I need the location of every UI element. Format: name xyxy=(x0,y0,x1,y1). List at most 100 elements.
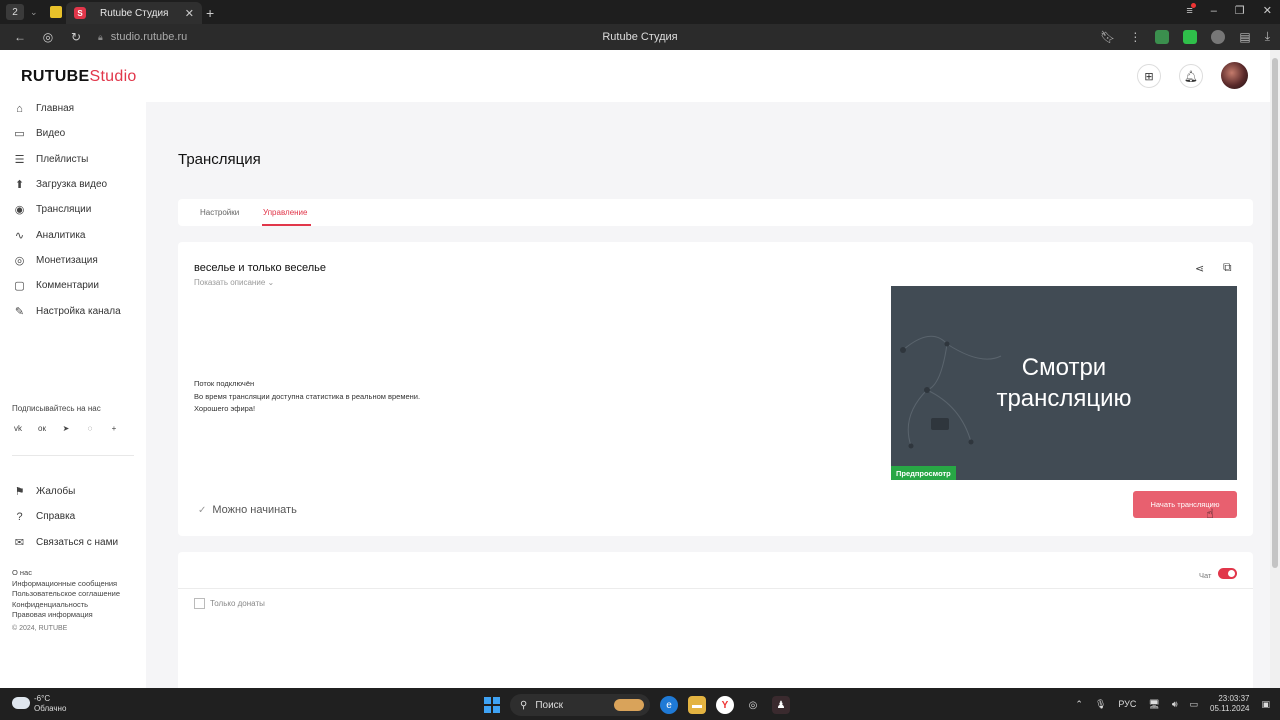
sidebar-item-label: Загрузка видео xyxy=(36,179,108,191)
steam-icon[interactable]: ◎ xyxy=(744,696,762,714)
studio-header: RUTUBEStudio ⊞ 🔔︎ xyxy=(0,50,1270,102)
comments-icon: ▢ xyxy=(14,280,25,293)
sidebar-item-broadcast[interactable]: ◉ Трансляции xyxy=(0,197,146,222)
page-scrollbar[interactable] xyxy=(1270,50,1280,688)
chat-toggle-label: Чат xyxy=(1199,571,1212,580)
footer-link[interactable]: О нас xyxy=(12,568,120,579)
chevron-up-icon[interactable]: ⌃ xyxy=(1075,699,1083,710)
tab-count-badge[interactable]: 2 xyxy=(6,4,24,20)
extension-icon[interactable] xyxy=(1183,29,1198,44)
preview-caption: Смотри трансляцию xyxy=(891,352,1237,414)
sidebar-item-monetization[interactable]: ◎ Монетизация xyxy=(0,248,146,273)
tab-settings[interactable]: Настройки xyxy=(200,208,239,217)
start-stream-button[interactable]: Начать трансляцию xyxy=(1133,491,1237,518)
show-description-label: Показать описание xyxy=(194,278,266,287)
sidebar-item-channel-settings[interactable]: ✎ Настройка канала xyxy=(0,298,146,323)
sidebar-item-comments[interactable]: ▢ Комментарии xyxy=(0,273,146,298)
playlist-icon: ☰ xyxy=(14,153,25,166)
ready-label: Можно начинать xyxy=(212,504,297,516)
external-link-icon[interactable]: ⧉ xyxy=(1223,260,1232,275)
sidebar-item-label: Аналитика xyxy=(36,229,86,241)
contact-icon: ✉ xyxy=(14,536,25,549)
sidebar-item-contact[interactable]: ✉ Связаться с нами xyxy=(0,530,146,555)
download-icon[interactable]: ⤓ xyxy=(1265,29,1270,44)
sidebar-item-playlist[interactable]: ☰ Плейлисты xyxy=(0,147,146,172)
taskbar-apps: ⚲ Поиск e ▬ Y ◎ ♟ xyxy=(484,694,790,716)
volume-icon[interactable]: 🔊︎ xyxy=(1172,699,1178,710)
network-icon[interactable]: 🖥︎ xyxy=(1148,699,1159,710)
yandex-browser-icon[interactable]: Y xyxy=(716,696,734,714)
scrollbar-thumb[interactable] xyxy=(1272,58,1278,568)
url-field[interactable]: studio.rutube.ru xyxy=(111,31,187,43)
system-tray: ⌃ 🎙︎ РУС 🖥︎ 🔊︎ ▭ 23:03:37 05.11.2024 ▣ xyxy=(1075,694,1270,714)
donations-only-checkbox[interactable] xyxy=(194,598,205,609)
windows-start-icon[interactable] xyxy=(484,697,500,713)
subscribe-label: Подписывайтесь на нас xyxy=(12,404,101,413)
upload-button[interactable]: ⊞ xyxy=(1137,64,1161,88)
extension-icon[interactable] xyxy=(1155,29,1170,44)
telegram-icon[interactable]: ➤ xyxy=(60,422,72,434)
taskbar-search[interactable]: ⚲ Поиск xyxy=(510,694,650,716)
restore-icon[interactable]: ❐ xyxy=(1235,4,1245,17)
page-title-display: Rutube Студия xyxy=(602,31,678,43)
logo-rutube-text: RUTUBE xyxy=(21,68,90,85)
show-description-link[interactable]: Показать описание ⌄ xyxy=(194,278,274,287)
footer-link[interactable]: Информационные сообщения xyxy=(12,579,120,590)
shield-icon[interactable] xyxy=(49,6,62,18)
footer-link[interactable]: Пользовательское соглашение xyxy=(12,589,120,600)
monetization-icon: ◎ xyxy=(14,254,25,267)
bookmark-icon[interactable]: 🔖︎ xyxy=(1100,30,1115,44)
viber-icon[interactable]: ◌ xyxy=(84,422,96,434)
back-icon[interactable]: ← xyxy=(12,30,28,44)
notification-center-icon[interactable]: ▣ xyxy=(1261,699,1270,710)
new-tab-icon[interactable]: + xyxy=(206,5,214,21)
collections-icon[interactable]: ▤ xyxy=(1239,30,1250,44)
tab-management[interactable]: Управление xyxy=(263,208,307,217)
share-icon[interactable]: ⋖ xyxy=(1195,262,1204,275)
yandex-protect-icon[interactable]: ◎ xyxy=(40,30,56,44)
microphone-icon[interactable]: 🎙︎ xyxy=(1095,699,1106,710)
minimize-icon[interactable]: – xyxy=(1211,5,1217,17)
more-icon[interactable]: ⋮ xyxy=(1129,30,1141,44)
sidebar-item-analytics[interactable]: ∿ Аналитика xyxy=(0,222,146,247)
edge-icon[interactable]: e xyxy=(660,696,678,714)
avatar[interactable] xyxy=(1221,62,1248,89)
weather-widget[interactable]: -6°C Облачно xyxy=(34,694,66,714)
address-bar: ← ◎ ↻ 🔒︎ studio.rutube.ru Rutube Студия … xyxy=(0,24,1280,50)
app-icon[interactable]: ♟ xyxy=(772,696,790,714)
home-icon: ⌂ xyxy=(16,102,23,115)
footer-link[interactable]: Правовая информация xyxy=(12,610,120,621)
status-wish: Хорошего эфира! xyxy=(194,404,256,413)
menu-icon[interactable]: ≡ xyxy=(1186,2,1197,17)
clock[interactable]: 23:03:37 05.11.2024 xyxy=(1210,694,1249,714)
reload-icon[interactable]: ↻ xyxy=(68,30,84,44)
sidebar-item-label: Главная xyxy=(36,103,75,115)
chat-toggle[interactable] xyxy=(1218,568,1237,579)
sidebar-item-help[interactable]: ? Справка xyxy=(0,504,146,529)
preview-line-2: трансляцию xyxy=(996,385,1132,412)
chevron-down-icon[interactable]: ⌄ xyxy=(30,7,38,18)
ok-icon[interactable]: ок xyxy=(36,422,48,434)
file-explorer-icon[interactable]: ▬ xyxy=(688,696,706,714)
rutube-studio-logo[interactable]: RUTUBEStudio xyxy=(21,68,137,86)
sidebar-item-home[interactable]: ⌂ Главная xyxy=(0,96,146,121)
sidebar-item-upload[interactable]: ⬆ Загрузка видео xyxy=(0,172,146,197)
sidebar-item-flag[interactable]: ⚑ Жалобы xyxy=(0,479,146,504)
language-indicator[interactable]: РУС xyxy=(1118,699,1136,709)
close-window-icon[interactable]: ✕ xyxy=(1263,4,1272,17)
extension-icon[interactable] xyxy=(1211,29,1226,44)
sidebar-item-video[interactable]: ▭ Видео xyxy=(0,121,146,146)
browser-tab[interactable]: S Rutube Студия ✕ xyxy=(66,2,202,24)
plus-icon[interactable]: + xyxy=(108,422,120,434)
footer-link[interactable]: Конфиденциальность xyxy=(12,600,120,611)
close-icon[interactable]: ✕ xyxy=(185,7,194,20)
cloud-icon[interactable] xyxy=(12,697,30,709)
logo-studio-text: Studio xyxy=(89,68,137,85)
vk-icon[interactable]: vk xyxy=(12,422,24,434)
search-highlight-icon xyxy=(614,699,644,711)
lock-icon[interactable]: 🔒︎ xyxy=(98,32,103,43)
stream-preview[interactable]: Смотри трансляцию Предпросмотр xyxy=(891,286,1237,480)
battery-icon[interactable]: ▭ xyxy=(1190,699,1199,710)
channel-settings-icon: ✎ xyxy=(14,305,25,318)
notifications-button[interactable]: 🔔︎ xyxy=(1179,64,1203,88)
